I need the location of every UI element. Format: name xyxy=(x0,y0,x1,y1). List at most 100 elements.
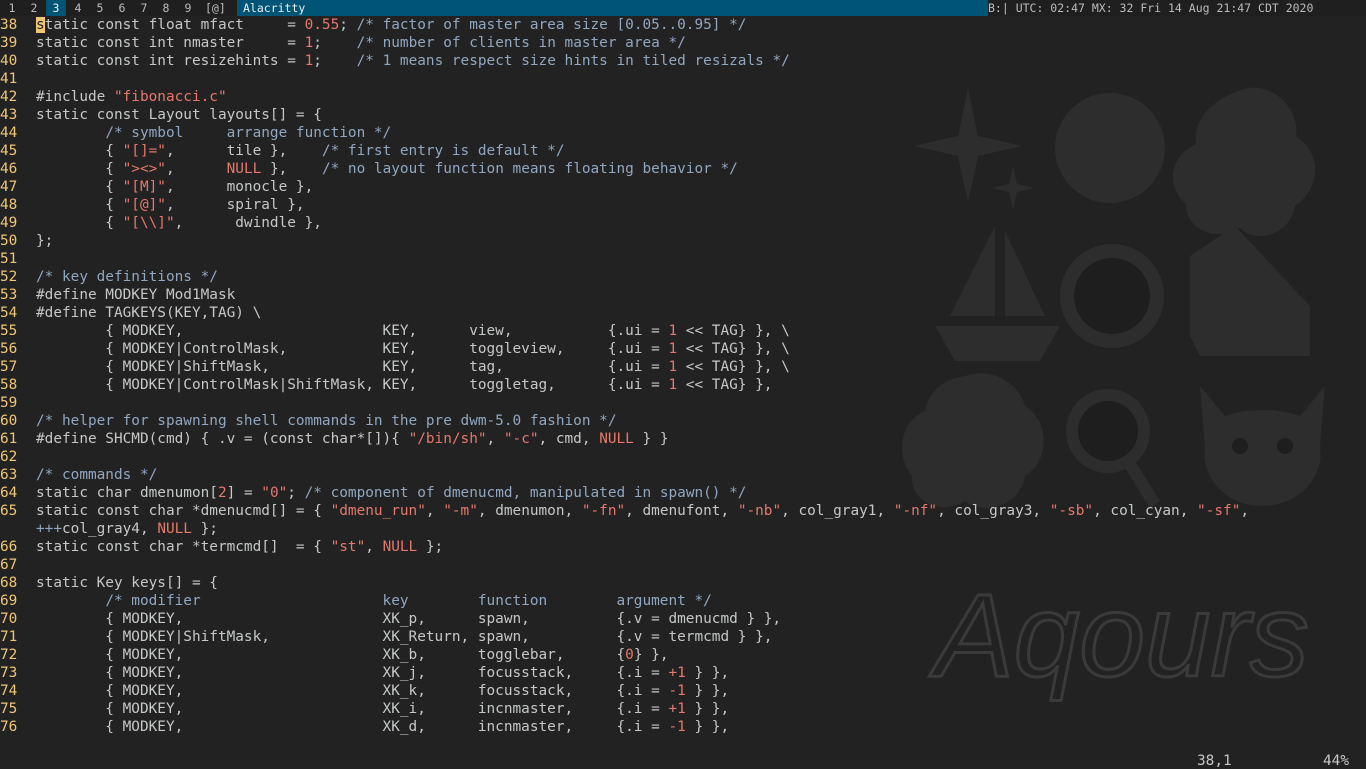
tag-9[interactable]: 9 xyxy=(178,0,198,16)
tag-7[interactable]: 7 xyxy=(134,0,154,16)
code-line[interactable]: 59 xyxy=(0,394,36,412)
line-text: { MODKEY, XK_j, focusstack, {.i = +1 } }… xyxy=(36,665,730,681)
code-line[interactable]: 41 xyxy=(0,70,36,88)
line-text: #define TAGKEYS(KEY,TAG) \ xyxy=(36,305,262,321)
aqours-logo: Aqours xyxy=(929,570,1309,702)
tag-8[interactable]: 8 xyxy=(156,0,176,16)
line-text: { MODKEY|ControlMask, KEY, toggleview, {… xyxy=(36,341,790,357)
line-text: #define MODKEY Mod1Mask xyxy=(36,287,236,303)
code-line[interactable]: 47 { "[M]", monocle }, xyxy=(0,178,313,196)
code-line[interactable]: 68 static Key keys[] = { xyxy=(0,574,218,592)
code-line[interactable]: 55 { MODKEY, KEY, view, {.ui = 1 << TAG}… xyxy=(0,322,790,340)
code-line[interactable]: 38 static const float mfact = 0.55; /* fa… xyxy=(0,16,746,34)
code-line[interactable]: 45 { "[]=", tile }, /* first entry is de… xyxy=(0,142,565,160)
line-number: 42 xyxy=(0,89,18,105)
code-line[interactable]: 42 #include "fibonacci.c" xyxy=(0,88,227,106)
scroll-percent: 44% xyxy=(1323,753,1349,769)
line-number: 72 xyxy=(0,647,18,663)
line-text: { "[M]", monocle }, xyxy=(36,179,314,195)
code-line[interactable]: 52 /* key definitions */ xyxy=(0,268,218,286)
piano-icon xyxy=(1190,226,1310,356)
line-number: 74 xyxy=(0,683,18,699)
line-text: static const char *termcmd[] = { "st", N… xyxy=(36,539,444,555)
tag-3[interactable]: 3 xyxy=(46,0,66,16)
cursor-position: 38,1 xyxy=(1197,753,1232,769)
code-line[interactable]: 58 { MODKEY|ControlMask|ShiftMask, KEY, … xyxy=(0,376,772,394)
line-text: { MODKEY|ShiftMask, XK_Return, spawn, {.… xyxy=(36,629,773,645)
code-line[interactable]: 62 xyxy=(0,448,36,466)
line-text: +++col_gray4, NULL }; xyxy=(36,521,218,537)
tag-4[interactable]: 4 xyxy=(68,0,88,16)
line-text: /* helper for spawning shell commands in… xyxy=(36,413,617,429)
flower-star-icon xyxy=(1172,87,1316,237)
line-number: 62 xyxy=(0,449,18,465)
line-text: { "[\\]", dwindle }, xyxy=(36,215,322,231)
line-number: 40 xyxy=(0,53,18,69)
tag-2[interactable]: 2 xyxy=(24,0,44,16)
sailboat-icon xyxy=(935,226,1060,361)
line-number: 44 xyxy=(0,125,18,141)
code-line[interactable]: 39 static const int nmaster = 1; /* numbe… xyxy=(0,34,686,52)
line-text: { "[@]", spiral }, xyxy=(36,197,305,213)
line-text: #define SHCMD(cmd) { .v = (const char*[]… xyxy=(36,431,669,447)
line-text: static const int nmaster = 1; /* number … xyxy=(36,35,686,51)
code-line[interactable]: 60 /* helper for spawning shell commands … xyxy=(0,412,616,430)
line-number: 65 xyxy=(0,503,18,519)
code-line[interactable]: 46 { "><>", NULL }, /* no layout functio… xyxy=(0,160,738,178)
line-text: static const char *dmenucmd[] = { "dmenu… xyxy=(36,503,1250,519)
line-text: { MODKEY, XK_b, togglebar, {0} }, xyxy=(36,647,669,663)
tag-1[interactable]: 1 xyxy=(2,0,22,16)
code-line[interactable]: 67 xyxy=(0,556,36,574)
swirl-flower-icon xyxy=(902,373,1044,508)
code-line[interactable]: 48 { "[@]", spiral }, xyxy=(0,196,305,214)
tag-6[interactable]: 6 xyxy=(112,0,132,16)
code-line[interactable]: 72 { MODKEY, XK_b, togglebar, {0} }, xyxy=(0,646,668,664)
line-number: 59 xyxy=(0,395,18,411)
line-text: { "><>", NULL }, /* no layout function m… xyxy=(36,161,738,177)
code-line[interactable]: 44 /* symbol arrange function */ xyxy=(0,124,391,142)
code-line[interactable]: 54 #define TAGKEYS(KEY,TAG) \ xyxy=(0,304,261,322)
line-number: 54 xyxy=(0,305,18,321)
tag-5[interactable]: 5 xyxy=(90,0,110,16)
code-line[interactable]: 49 { "[\\]", dwindle }, xyxy=(0,214,322,232)
line-text: static const int resizehints = 1; /* 1 m… xyxy=(36,53,790,69)
layout-symbol[interactable]: [@] xyxy=(205,0,226,16)
line-number: 55 xyxy=(0,323,18,339)
code-line[interactable]: 70 { MODKEY, XK_p, spawn, {.v = dmenucmd… xyxy=(0,610,781,628)
code-line[interactable]: 43 static const Layout layouts[] = { xyxy=(0,106,322,124)
code-line[interactable]: 71 { MODKEY|ShiftMask, XK_Return, spawn,… xyxy=(0,628,772,646)
line-number: 48 xyxy=(0,197,18,213)
code-line[interactable]: 69 /* modifier key function argument */ xyxy=(0,592,712,610)
line-text: /* commands */ xyxy=(36,467,158,483)
code-line[interactable]: 50}; xyxy=(0,232,53,250)
code-line[interactable]: 76 { MODKEY, XK_d, incnmaster, {.i = -1 … xyxy=(0,718,729,736)
terminal-window[interactable]: Aqours 38 static const float mfact = 0.55… xyxy=(0,16,1366,769)
line-text: { MODKEY, XK_p, spawn, {.v = dmenucmd } … xyxy=(36,611,782,627)
code-line[interactable]: 66 static const char *termcmd[] = { "st",… xyxy=(0,538,443,556)
line-number: 43 xyxy=(0,107,18,123)
code-line[interactable]: 53 #define MODKEY Mod1Mask xyxy=(0,286,235,304)
code-line[interactable]: 65 static const char *dmenucmd[] = { "dme… xyxy=(0,502,1249,520)
line-number: 68 xyxy=(0,575,18,591)
line-text: static const float mfact = 0.55; /* fact… xyxy=(36,17,747,33)
devil-face-icon xyxy=(1200,386,1325,506)
line-number: 39 xyxy=(0,35,18,51)
code-line[interactable]: 74 { MODKEY, XK_k, focusstack, {.i = -1 … xyxy=(0,682,729,700)
line-number: 69 xyxy=(0,593,18,609)
code-line[interactable]: 73 { MODKEY, XK_j, focusstack, {.i = +1 … xyxy=(0,664,729,682)
code-line[interactable]: 75 { MODKEY, XK_i, incnmaster, {.i = +1 … xyxy=(0,700,729,718)
code-line[interactable]: 61 #define SHCMD(cmd) { .v = (const char*… xyxy=(0,430,669,448)
dolphin-icon xyxy=(1055,93,1165,203)
line-text: }; xyxy=(36,233,54,249)
line-number: 70 xyxy=(0,611,18,627)
line-number: 66 xyxy=(0,539,18,555)
code-line[interactable]: 63 /* commands */ xyxy=(0,466,157,484)
line-number: 60 xyxy=(0,413,18,429)
code-line[interactable]: 64 static char dmenumon[2] = "0"; /* comp… xyxy=(0,484,746,502)
code-line[interactable]: 57 { MODKEY|ShiftMask, KEY, tag, {.ui = … xyxy=(0,358,790,376)
code-line[interactable]: +++col_gray4, NULL }; xyxy=(0,520,218,538)
line-number: 58 xyxy=(0,377,18,393)
code-line[interactable]: 56 { MODKEY|ControlMask, KEY, toggleview… xyxy=(0,340,790,358)
code-line[interactable]: 40 static const int resizehints = 1; /* 1… xyxy=(0,52,790,70)
code-line[interactable]: 51 xyxy=(0,250,36,268)
